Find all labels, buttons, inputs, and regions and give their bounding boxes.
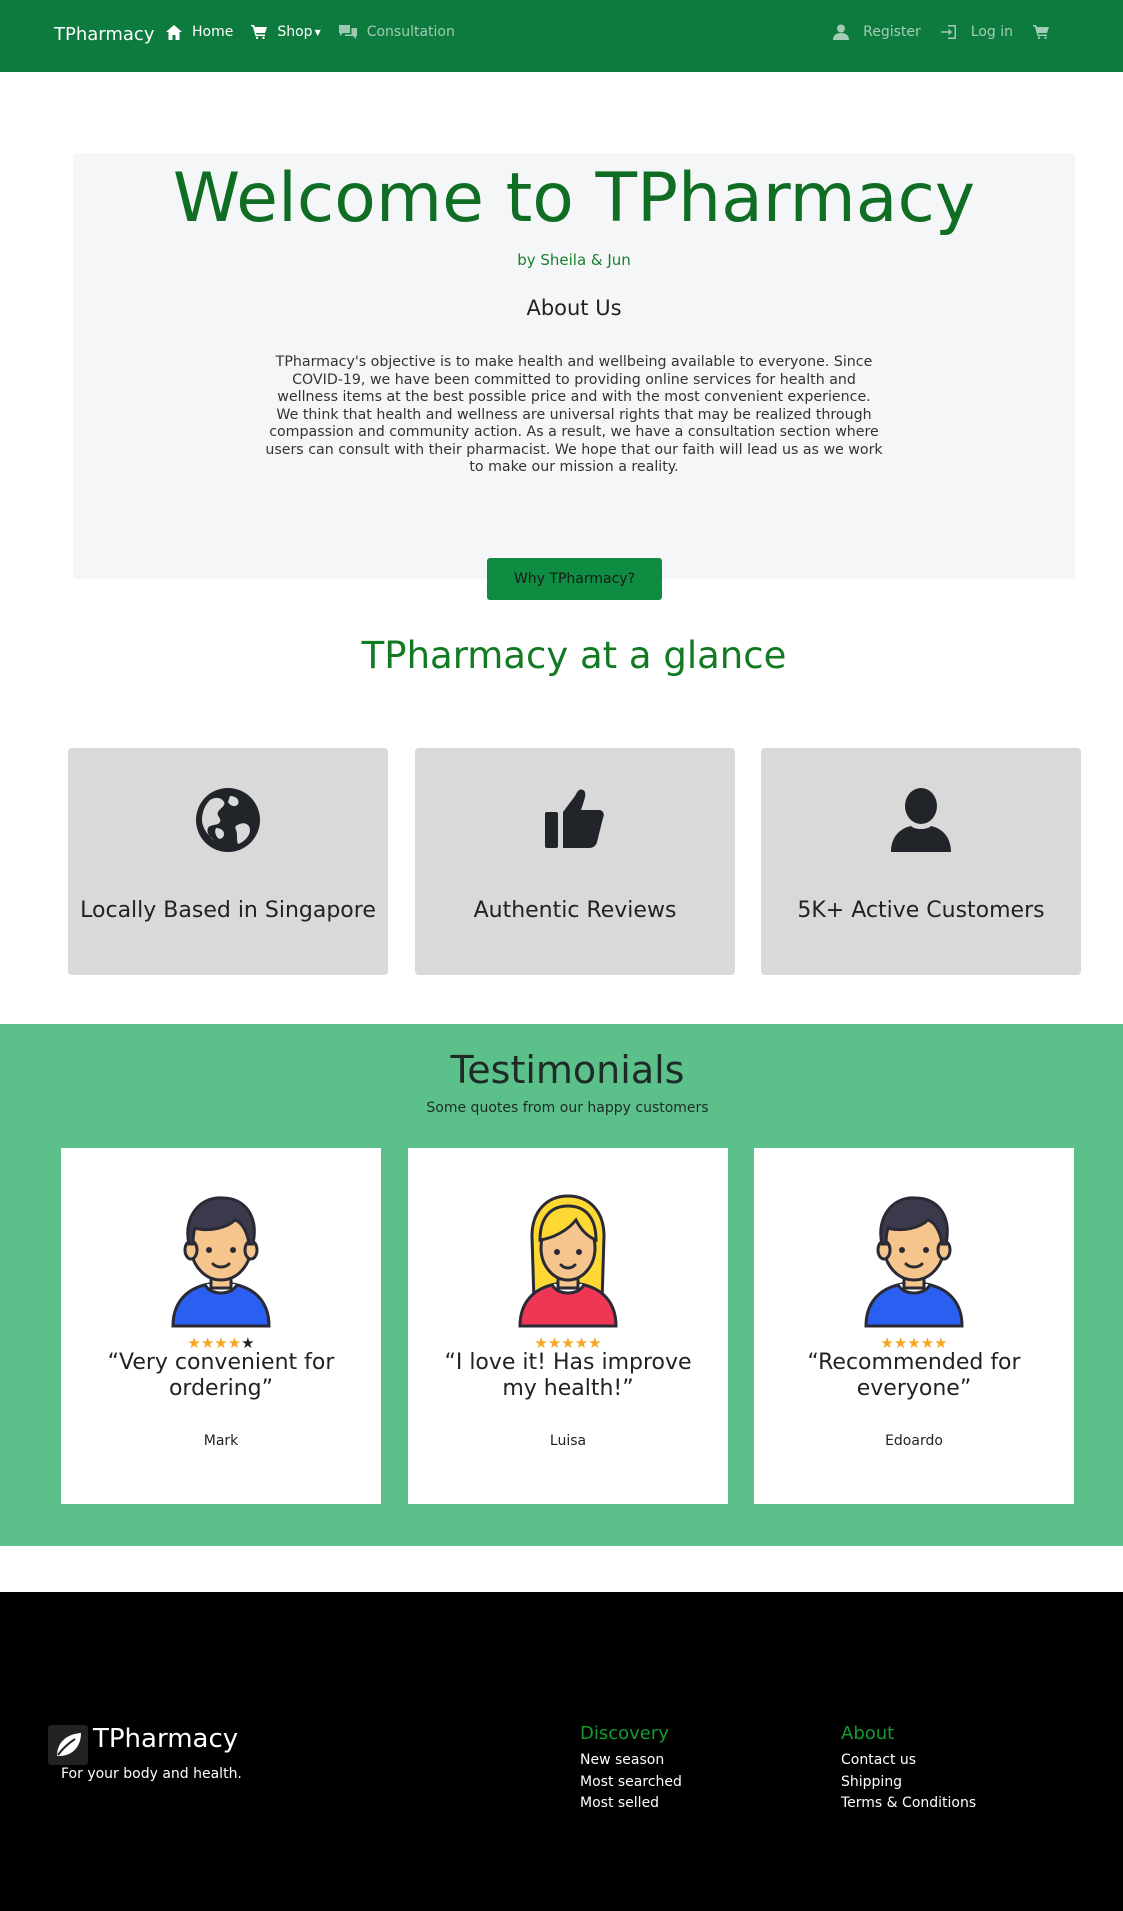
hero-title: Welcome to TPharmacy [172, 159, 976, 238]
glance-card-location: Locally Based in Singapore [68, 748, 388, 975]
nav-register[interactable]: Register [833, 24, 921, 40]
nav-shop-label: Shop [277, 24, 313, 40]
person-icon [891, 788, 951, 852]
brand-link[interactable]: TPharmacy [54, 24, 155, 45]
top-navbar: TPharmacy Home Shop ▼ Consultation Regis… [0, 0, 1123, 72]
female-avatar-icon [518, 1194, 618, 1328]
testimonial-card: ★★★★★ “I love it! Has improve my health!… [408, 1148, 728, 1504]
chevron-down-icon: ▼ [314, 27, 321, 37]
nav-right-group: Register Log in [813, 24, 1063, 40]
hero-byline: by Sheila & Jun [517, 251, 631, 269]
glance-card-customers: 5K+ Active Customers [761, 748, 1081, 975]
about-text: TPharmacy's objective is to make health … [265, 354, 883, 475]
testimonials-title: Testimonials [450, 1048, 685, 1092]
footer-link-most-selled[interactable]: Most selled [580, 1793, 682, 1815]
testimonial-card: ★★★★★ “Very convenient for ordering” Mar… [61, 1148, 381, 1504]
testimonial-author: Luisa [549, 1433, 587, 1449]
footer-link-contact[interactable]: Contact us [841, 1750, 976, 1772]
testimonial-author: Edoardo [885, 1433, 943, 1449]
user-icon [833, 24, 850, 40]
footer-link-shipping[interactable]: Shipping [841, 1772, 976, 1794]
male-avatar-icon [864, 1196, 964, 1328]
home-icon [166, 24, 182, 40]
glance-card-label: Locally Based in Singapore [80, 898, 376, 923]
thumbs-up-icon [545, 789, 604, 848]
globe-icon [196, 788, 260, 852]
hero-jumbotron: Welcome to TPharmacy by Sheila & Jun Abo… [73, 153, 1075, 579]
footer-discovery-column: Discovery New season Most searched Most … [580, 1723, 682, 1815]
nav-consultation[interactable]: Consultation [338, 24, 455, 40]
nav-home-label: Home [192, 24, 234, 40]
glance-card-reviews: Authentic Reviews [415, 748, 735, 975]
why-tpharmacy-button[interactable]: Why TPharmacy? [487, 558, 662, 600]
cart-icon [1033, 25, 1049, 39]
about-heading: About Us [526, 296, 622, 320]
footer-tagline: For your body and health. [61, 1766, 242, 1782]
leaf-logo-icon [48, 1725, 88, 1765]
testimonials-subtitle: Some quotes from our happy customers [426, 1100, 709, 1116]
nav-cart[interactable] [1033, 25, 1063, 39]
testimonial-quote: “I love it! Has improve my health!” [444, 1350, 692, 1401]
footer-brand: TPharmacy [93, 1724, 239, 1754]
nav-register-label: Register [863, 24, 921, 40]
nav-consultation-label: Consultation [366, 24, 455, 40]
footer-discovery-heading: Discovery [580, 1723, 669, 1744]
footer-link-terms[interactable]: Terms & Conditions [841, 1793, 976, 1815]
glance-card-label: 5K+ Active Customers [797, 898, 1045, 923]
footer-link-most-searched[interactable]: Most searched [580, 1772, 682, 1794]
glance-card-label: Authentic Reviews [473, 898, 677, 923]
testimonial-author: Mark [203, 1433, 239, 1449]
footer-about-heading: About [841, 1723, 895, 1744]
footer-about-column: About Contact us Shipping Terms & Condit… [841, 1723, 976, 1815]
testimonial-card: ★★★★★ “Recommended for everyone” Edoardo [754, 1148, 1074, 1504]
testimonial-quote: “Very convenient for ordering” [107, 1350, 335, 1401]
site-footer: TPharmacy For your body and health. Disc… [0, 1592, 1123, 1911]
testimonials-section: Testimonials Some quotes from our happy … [0, 1024, 1123, 1546]
cart-icon [251, 25, 268, 39]
nav-shop-dropdown[interactable]: Shop ▼ [251, 24, 321, 40]
footer-link-new-season[interactable]: New season [580, 1750, 682, 1772]
male-avatar-icon [171, 1196, 271, 1328]
nav-login-label: Log in [970, 24, 1013, 40]
nav-login[interactable]: Log in [940, 24, 1013, 40]
glance-title: TPharmacy at a glance [361, 634, 787, 677]
chat-icon [338, 25, 357, 39]
nav-left-group: Home Shop ▼ Consultation [166, 24, 473, 40]
testimonial-quote: “Recommended for everyone” [807, 1350, 1021, 1401]
login-icon [940, 25, 956, 39]
nav-home[interactable]: Home [166, 24, 233, 40]
